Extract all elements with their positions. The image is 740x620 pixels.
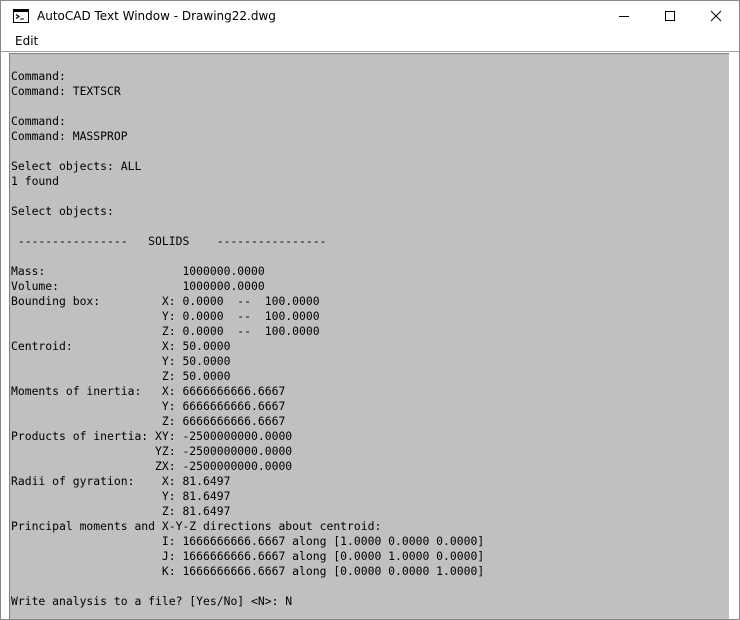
console-line: J: 1666666666.6667 along [0.0000 1.0000 … — [11, 549, 485, 563]
console-line: Products of inertia: XY: -2500000000.000… — [11, 429, 293, 443]
console-line: Y: 0.0000 -- 100.0000 — [11, 309, 320, 323]
minimize-button[interactable] — [601, 1, 647, 31]
maximize-icon — [665, 11, 675, 21]
terminal-icon — [13, 8, 29, 24]
text-history-area[interactable]: Command: Command: TEXTSCR Command: Command:… — [9, 53, 729, 619]
console-line: Write analysis to a file? [Yes/No] <N>: … — [11, 594, 293, 608]
close-button[interactable] — [693, 1, 739, 31]
close-icon — [710, 10, 722, 22]
console-line: Z: 0.0000 -- 100.0000 — [11, 324, 320, 338]
console-line: Command: — [11, 69, 66, 83]
console-line: Volume: 1000000.0000 — [11, 279, 265, 293]
console-line: Command: MASSPROP — [11, 129, 128, 143]
console-line: Z: 81.6497 — [11, 504, 231, 518]
console-line: Command: — [11, 114, 66, 128]
console-line: ZX: -2500000000.0000 — [11, 459, 293, 473]
window-right-edge — [729, 53, 739, 619]
title-bar[interactable]: AutoCAD Text Window - Drawing22.dwg — [1, 1, 739, 31]
console-line: Y: 50.0000 — [11, 354, 231, 368]
minimize-icon — [619, 16, 629, 17]
console-line: Command: TEXTSCR — [11, 84, 121, 98]
console-line: Z: 6666666666.6667 — [11, 414, 286, 428]
console-line: Centroid: X: 50.0000 — [11, 339, 231, 353]
console-line: K: 1666666666.6667 along [0.0000 0.0000 … — [11, 564, 485, 578]
window-controls — [601, 1, 739, 31]
console-output: Command: Command: TEXTSCR Command: Command:… — [11, 69, 484, 609]
window-title: AutoCAD Text Window - Drawing22.dwg — [37, 9, 276, 23]
console-line: Select objects: ALL — [11, 159, 142, 173]
console-line: I: 1666666666.6667 along [1.0000 0.0000 … — [11, 534, 485, 548]
menu-separator — [1, 51, 739, 52]
console-line: Moments of inertia: X: 6666666666.6667 — [11, 384, 286, 398]
console-line: Radii of gyration: X: 81.6497 — [11, 474, 231, 488]
console-line: Mass: 1000000.0000 — [11, 264, 265, 278]
console-line: YZ: -2500000000.0000 — [11, 444, 293, 458]
console-line: ---------------- SOLIDS ---------------- — [11, 234, 327, 248]
console-line: Principal moments and X-Y-Z directions a… — [11, 519, 382, 533]
console-line: Z: 50.0000 — [11, 369, 231, 383]
console-line: Y: 6666666666.6667 — [11, 399, 286, 413]
console-line: 1 found — [11, 174, 60, 188]
menu-bar: Edit — [1, 31, 739, 51]
console-line: Y: 81.6497 — [11, 489, 231, 503]
console-line: Select objects: — [11, 204, 114, 218]
console-line: Bounding box: X: 0.0000 -- 100.0000 — [11, 294, 320, 308]
maximize-button[interactable] — [647, 1, 693, 31]
autocad-text-window: AutoCAD Text Window - Drawing22.dwg Edit… — [0, 0, 740, 620]
menu-item-edit[interactable]: Edit — [10, 31, 43, 51]
